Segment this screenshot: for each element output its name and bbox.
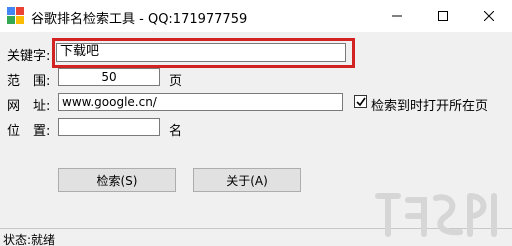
keyword-label: 关键字: xyxy=(7,49,51,64)
close-button[interactable] xyxy=(466,0,512,32)
position-unit: 名 xyxy=(169,124,183,139)
position-input[interactable] xyxy=(58,118,160,136)
watermark-logo xyxy=(375,193,497,237)
status-text: 状态:就绪 xyxy=(3,233,56,246)
minimize-button[interactable] xyxy=(374,0,420,32)
maximize-button[interactable] xyxy=(420,0,466,32)
range-unit: 页 xyxy=(169,74,183,89)
close-icon xyxy=(484,11,494,21)
range-input[interactable]: 50 xyxy=(58,68,160,86)
highlight-box xyxy=(52,38,355,68)
app-icon xyxy=(7,7,24,24)
open-page-checkbox[interactable] xyxy=(354,95,367,108)
position-label: 位 置: xyxy=(7,124,51,139)
about-button[interactable]: 关于(A) xyxy=(193,168,301,192)
title-bar[interactable]: 谷歌排名检索工具 - QQ:171977759 xyxy=(0,0,512,32)
maximize-icon xyxy=(438,11,448,21)
search-button[interactable]: 检索(S) xyxy=(58,168,176,192)
url-input[interactable]: www.google.cn/ xyxy=(58,93,343,111)
range-label: 范 围: xyxy=(7,74,51,89)
minimize-icon xyxy=(392,15,402,17)
open-page-checkbox-label[interactable]: 检索到时打开所在页 xyxy=(371,95,488,114)
check-icon xyxy=(356,97,366,107)
window-title: 谷歌排名检索工具 - QQ:171977759 xyxy=(31,12,248,27)
url-label: 网 址: xyxy=(7,99,51,114)
